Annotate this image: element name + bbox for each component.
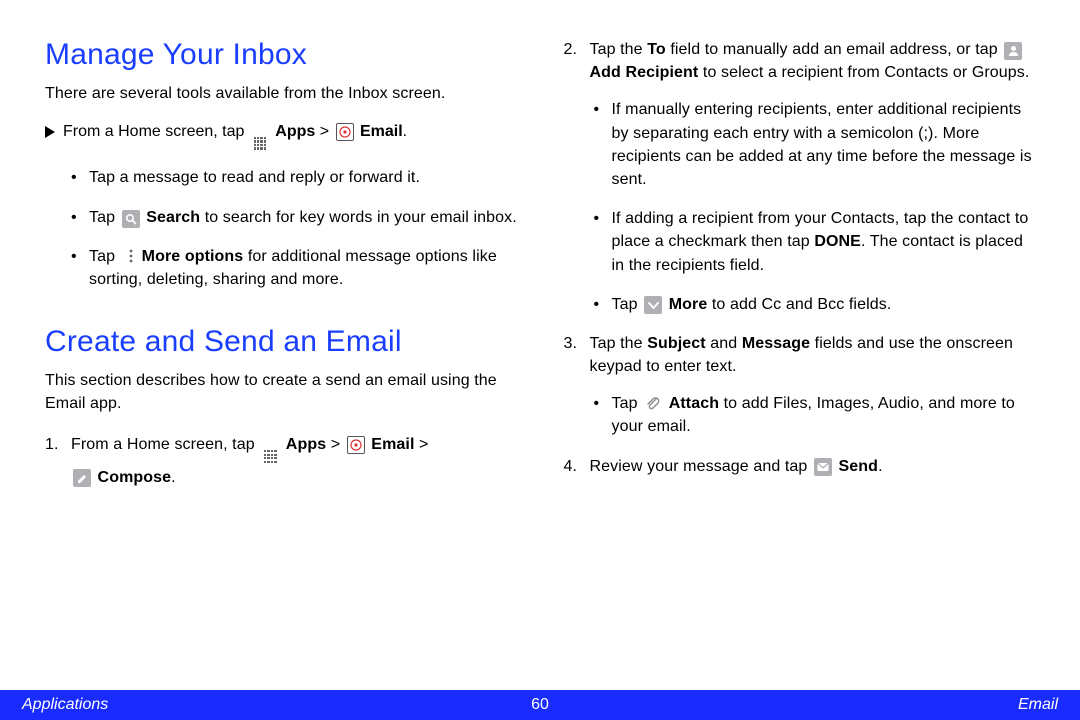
step-2-sub: If manually entering recipients, enter a… bbox=[590, 98, 1041, 316]
bullet-search: Tap Search to search for key words in yo… bbox=[71, 206, 522, 229]
step-2-sub-1: If manually entering recipients, enter a… bbox=[594, 98, 1041, 191]
bullet-read-reply: Tap a message to read and reply or forwa… bbox=[71, 166, 522, 189]
instruction-text: From a Home screen, tap Apps > Email. bbox=[63, 123, 407, 152]
intro-manage-inbox: There are several tools available from t… bbox=[45, 82, 522, 105]
create-steps-start: 1. From a Home screen, tap Apps > Email … bbox=[45, 433, 522, 488]
page-footer: Applications 60 Email bbox=[0, 690, 1080, 720]
chevron-down-icon bbox=[644, 296, 662, 314]
more-options-icon bbox=[122, 247, 140, 265]
apps-grid-icon bbox=[251, 134, 269, 152]
step-1: 1. From a Home screen, tap Apps > Email … bbox=[45, 433, 522, 488]
step-3-sub-1: Tap Attach to add Files, Images, Audio, … bbox=[594, 392, 1041, 438]
step-4: 4. Review your message and tap Send. bbox=[564, 455, 1041, 478]
page-body: Manage Your Inbox There are several tool… bbox=[0, 0, 1080, 674]
instruction-from-home: From a Home screen, tap Apps > Email. bbox=[45, 123, 522, 152]
attach-icon bbox=[644, 394, 662, 412]
intro-create-send: This section describes how to create a s… bbox=[45, 369, 522, 415]
footer-page-number: 60 bbox=[531, 696, 549, 714]
play-triangle-icon bbox=[45, 126, 55, 138]
footer-left: Applications bbox=[22, 696, 108, 714]
search-icon bbox=[122, 210, 140, 228]
create-steps-continued: 2. Tap the To field to manually add an e… bbox=[564, 38, 1041, 478]
footer-right: Email bbox=[1018, 696, 1058, 714]
left-column: Manage Your Inbox There are several tool… bbox=[45, 38, 522, 674]
apps-grid-icon bbox=[261, 448, 279, 466]
heading-manage-inbox: Manage Your Inbox bbox=[45, 38, 522, 72]
email-app-icon bbox=[347, 436, 365, 454]
right-column: 2. Tap the To field to manually add an e… bbox=[564, 38, 1041, 674]
step-3: 3. Tap the Subject and Message fields an… bbox=[564, 332, 1041, 439]
step-2-sub-3: Tap More to add Cc and Bcc fields. bbox=[594, 293, 1041, 316]
step-2-sub-2: If adding a recipient from your Contacts… bbox=[594, 207, 1041, 277]
compose-icon bbox=[73, 469, 91, 487]
add-recipient-icon bbox=[1004, 42, 1022, 60]
heading-create-send: Create and Send an Email bbox=[45, 325, 522, 359]
send-icon bbox=[814, 458, 832, 476]
bullet-more-options: Tap More options for additional message … bbox=[71, 245, 522, 291]
email-app-icon bbox=[336, 123, 354, 141]
step-3-sub: Tap Attach to add Files, Images, Audio, … bbox=[590, 392, 1041, 438]
step-2: 2. Tap the To field to manually add an e… bbox=[564, 38, 1041, 316]
inbox-bullets: Tap a message to read and reply or forwa… bbox=[45, 166, 522, 291]
